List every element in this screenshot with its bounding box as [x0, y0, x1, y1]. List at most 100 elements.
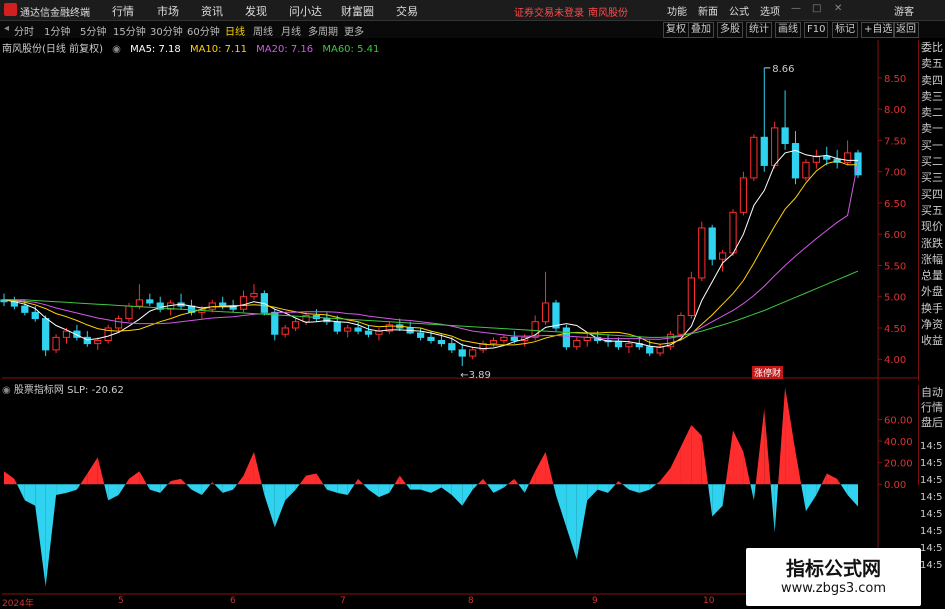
statistics-button[interactable]: 统计 — [746, 22, 772, 38]
slp-segment — [410, 484, 421, 490]
menu-new-page[interactable]: 新面 — [698, 3, 718, 18]
period-5min[interactable]: 5分钟 — [80, 23, 106, 38]
side-item[interactable]: 买三 — [919, 170, 945, 186]
slp-segment — [487, 484, 494, 493]
side-item[interactable]: 净资 — [919, 317, 945, 333]
indicator-name: 股票指标网 — [13, 385, 64, 396]
back-button[interactable]: 返回 — [893, 22, 919, 38]
side-item[interactable]: 现价 — [919, 219, 945, 235]
menu-quotes[interactable]: 行情 — [112, 3, 134, 19]
overlay-button[interactable]: 叠加 — [688, 22, 714, 38]
slp-segment — [840, 484, 848, 495]
limit-up-tag[interactable]: 涨停财 — [752, 366, 784, 379]
slp-segment — [701, 435, 709, 485]
side-item[interactable]: 委比 — [919, 40, 945, 56]
login-status[interactable]: 证券交易未登录 — [514, 4, 584, 19]
period-daily[interactable]: 日线 — [225, 23, 245, 38]
menu-functions[interactable]: 功能 — [667, 3, 687, 18]
slp-segment — [524, 484, 529, 493]
candle-body — [344, 327, 352, 332]
side-item[interactable]: 买四 — [919, 187, 945, 203]
side-item[interactable]: 买五 — [919, 203, 945, 219]
side-item[interactable]: 卖一 — [919, 121, 945, 137]
price-tick-label: 5.00 — [884, 293, 906, 304]
side-item[interactable]: 卖二 — [919, 105, 945, 121]
side-item[interactable]: 买一 — [919, 138, 945, 154]
slp-segment — [323, 484, 327, 490]
slp-segment — [597, 484, 609, 493]
candle-body — [625, 343, 633, 348]
side-item[interactable]: 总量 — [919, 268, 945, 284]
period-15min[interactable]: 15分钟 — [113, 23, 146, 38]
indicator-toggle-icon[interactable]: ◉ — [2, 385, 11, 396]
side-item[interactable]: 换手 — [919, 301, 945, 317]
slp-segment — [441, 484, 452, 495]
slp-segment — [378, 484, 390, 498]
period-weekly[interactable]: 周线 — [253, 23, 273, 38]
maximize-icon[interactable]: □ — [812, 3, 821, 14]
period-intraday[interactable]: 分时 — [14, 23, 34, 38]
slp-segment — [805, 484, 817, 512]
slp-segment — [507, 478, 515, 485]
menu-news[interactable]: 资讯 — [201, 3, 223, 19]
slp-segment — [326, 484, 338, 493]
f10-button[interactable]: F10 — [804, 22, 829, 38]
menu-wealth-circle[interactable]: 财富圈 — [341, 3, 374, 19]
add-favorite-button[interactable]: +自选 — [861, 22, 896, 38]
slp-segment — [545, 451, 554, 485]
close-icon[interactable]: ✕ — [834, 3, 842, 14]
period-multi[interactable]: 多周期 — [308, 23, 338, 38]
candle-body — [750, 136, 758, 179]
side-item[interactable]: 外盘 — [919, 284, 945, 300]
candle-body — [416, 332, 425, 338]
slp-segment — [801, 484, 806, 512]
tick-time: 14:5 — [920, 492, 943, 503]
candle-body — [239, 296, 248, 310]
candle-body — [62, 330, 71, 338]
candle-body — [791, 143, 800, 179]
candle-body — [552, 302, 560, 329]
slp-segment — [149, 484, 161, 493]
slp-segment — [108, 484, 119, 501]
menu-ask[interactable]: 问小达 — [289, 3, 322, 19]
period-more[interactable]: 更多 — [344, 23, 364, 38]
period-30min[interactable]: 30分钟 — [150, 23, 183, 38]
menu-market[interactable]: 市场 — [157, 3, 179, 19]
side-item[interactable]: 自动 — [919, 385, 945, 400]
slp-segment — [785, 387, 796, 485]
side-item[interactable]: 收益 — [919, 333, 945, 349]
period-60min[interactable]: 60分钟 — [187, 23, 220, 38]
legend-toggle-icon[interactable]: ◉ — [112, 44, 121, 55]
menu-trade[interactable]: 交易 — [396, 3, 418, 19]
slp-segment — [347, 484, 355, 495]
slp-segment — [4, 471, 15, 485]
candle-body — [469, 349, 477, 357]
period-1min[interactable]: 1分钟 — [44, 23, 70, 38]
menu-formula[interactable]: 公式 — [729, 3, 749, 18]
side-item[interactable]: 涨幅 — [919, 252, 945, 268]
side-item[interactable]: 行情 — [919, 400, 945, 415]
side-item[interactable]: 涨跌 — [919, 236, 945, 252]
slp-segment — [656, 480, 661, 485]
minimize-icon[interactable]: — — [791, 3, 801, 14]
guest-label[interactable]: 游客 — [894, 3, 914, 18]
slp-segment — [722, 484, 726, 506]
period-arrow-icon[interactable]: ◂ — [4, 23, 9, 34]
draw-line-button[interactable]: 画线 — [775, 22, 801, 38]
x-label: 2024年 — [2, 599, 34, 609]
slp-segment — [14, 478, 18, 485]
restore-rights-button[interactable]: 复权 — [663, 22, 689, 38]
side-item[interactable]: 盘后 — [919, 415, 945, 430]
menu-options[interactable]: 选项 — [760, 3, 780, 18]
ma5-label: MA5: 7.18 — [130, 44, 181, 55]
side-item[interactable]: 卖五 — [919, 56, 945, 72]
side-item[interactable]: 买二 — [919, 154, 945, 170]
side-item[interactable]: 卖三 — [919, 89, 945, 105]
mark-button[interactable]: 标记 — [832, 22, 858, 38]
period-monthly[interactable]: 月线 — [281, 23, 301, 38]
slp-segment — [97, 457, 105, 485]
x-label: 5 — [118, 596, 124, 606]
multi-stock-button[interactable]: 多股 — [717, 22, 743, 38]
menu-discover[interactable]: 发现 — [245, 3, 267, 19]
side-item[interactable]: 卖四 — [919, 73, 945, 89]
